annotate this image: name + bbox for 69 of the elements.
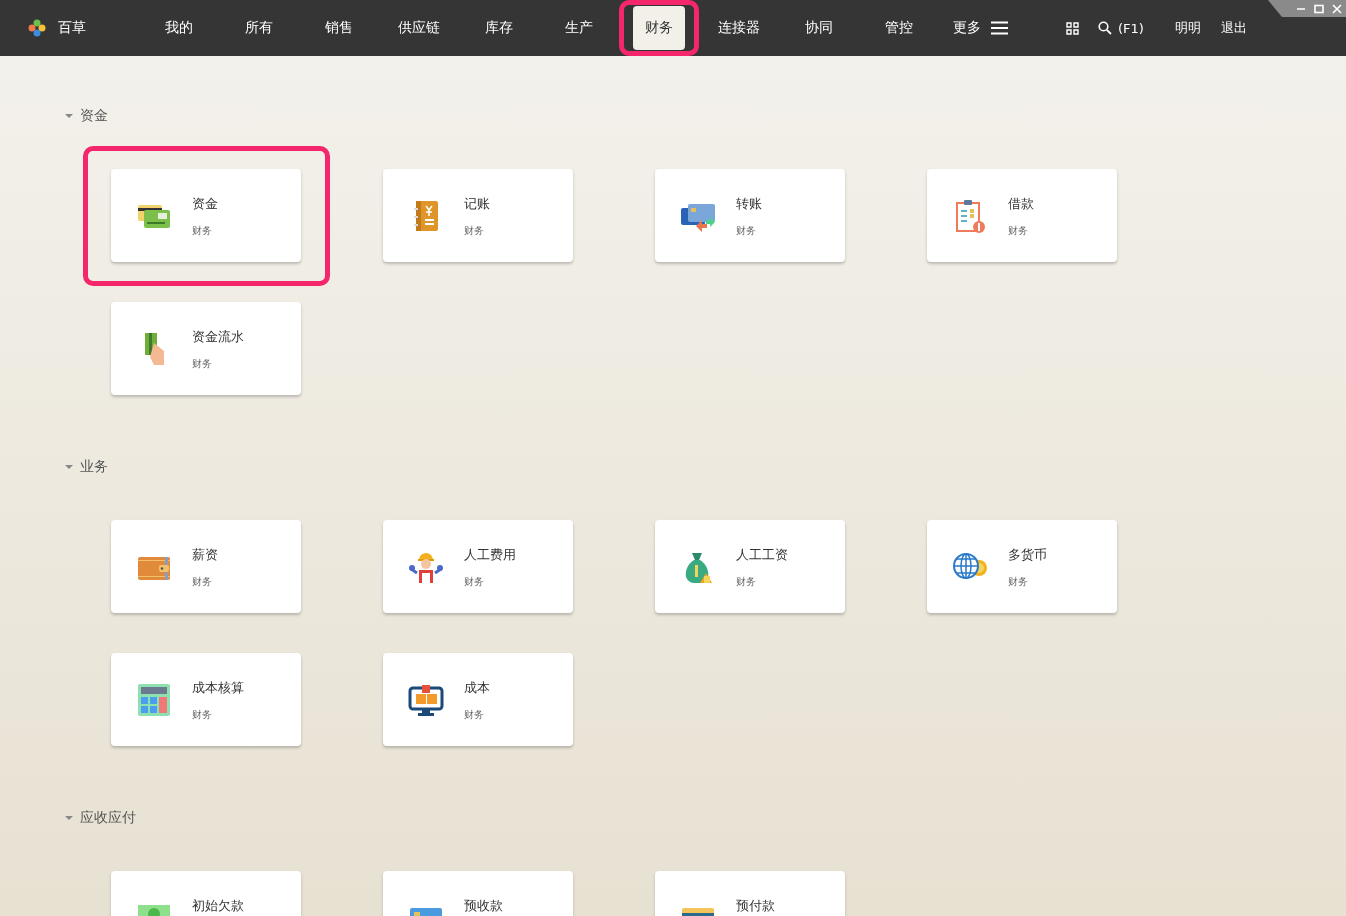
nav-tab[interactable]: 我的 xyxy=(139,0,219,56)
search-icon xyxy=(1098,21,1112,35)
app-card[interactable]: 借款 财务 xyxy=(927,169,1117,262)
card-title: 成本 xyxy=(464,679,490,697)
card-title: 资金 xyxy=(192,195,218,213)
app-card[interactable]: 成本核算 财务 xyxy=(111,653,301,746)
section-header[interactable]: 应收应付 xyxy=(64,804,136,832)
card-subtitle: 财务 xyxy=(192,357,213,371)
nav-tab[interactable]: 协同 xyxy=(779,0,859,56)
maximize-icon[interactable] xyxy=(1314,3,1324,14)
card-subtitle: 财务 xyxy=(192,708,213,722)
nav-tab[interactable]: 管控 xyxy=(859,0,939,56)
card-subtitle: 财务 xyxy=(464,708,485,722)
card-title: 记账 xyxy=(464,195,490,213)
app-card[interactable]: 预收款 xyxy=(383,871,573,916)
caret-icon xyxy=(64,111,74,121)
card-subtitle: 财务 xyxy=(192,224,213,238)
section-header[interactable]: 业务 xyxy=(64,453,108,481)
card-title: 预收款 xyxy=(464,897,503,915)
app-card[interactable]: 人工工资 财务 xyxy=(655,520,845,613)
search-button[interactable]: (F1) xyxy=(1098,20,1144,36)
card-title: 借款 xyxy=(1008,195,1034,213)
card-title: 多货币 xyxy=(1008,546,1047,564)
app-name: 百草 xyxy=(58,19,86,37)
close-icon[interactable] xyxy=(1332,3,1342,14)
app-card[interactable]: 资金流水 财务 xyxy=(111,302,301,395)
app-card[interactable]: 人工费用 财务 xyxy=(383,520,573,613)
card-subtitle: 财务 xyxy=(736,575,757,589)
card-title: 资金流水 xyxy=(192,328,244,346)
card-subtitle: 财务 xyxy=(736,224,757,238)
nav-tab[interactable]: 供应链 xyxy=(379,0,459,56)
grid-icon xyxy=(1066,21,1079,35)
grid-button[interactable] xyxy=(1066,21,1079,35)
app-card[interactable]: 记账 财务 xyxy=(383,169,573,262)
card-title: 薪资 xyxy=(192,546,218,564)
logout-link[interactable]: 退出 xyxy=(1220,19,1247,37)
card-title: 预付款 xyxy=(736,897,775,915)
card-subtitle: 财务 xyxy=(464,575,485,589)
card-title: 人工费用 xyxy=(464,546,516,564)
caret-icon xyxy=(64,462,74,472)
card-title: 人工工资 xyxy=(736,546,788,564)
card-title: 成本核算 xyxy=(192,679,244,697)
app-card[interactable]: 成本 财务 xyxy=(383,653,573,746)
nav-tab[interactable]: 连接器 xyxy=(699,0,779,56)
app-card[interactable]: 资金 财务 xyxy=(111,169,301,262)
app-card[interactable]: 转账 财务 xyxy=(655,169,845,262)
card-subtitle: 财务 xyxy=(192,575,213,589)
card-subtitle: 财务 xyxy=(1008,224,1029,238)
card-title: 转账 xyxy=(736,195,762,213)
hand-card-icon xyxy=(143,332,165,366)
caret-icon xyxy=(64,813,74,823)
card-title: 初始欠款 xyxy=(192,897,244,915)
nav-tab[interactable]: 销售 xyxy=(299,0,379,56)
app-card[interactable]: 薪资 财务 xyxy=(111,520,301,613)
nav-tab[interactable]: 生产 xyxy=(539,0,619,56)
app-card[interactable]: 预付款 xyxy=(655,871,845,916)
monitor-boxes-icon xyxy=(408,682,444,718)
card-subtitle: 财务 xyxy=(464,224,485,238)
more-menu[interactable]: 更多 xyxy=(953,19,1008,37)
app-card[interactable]: 初始欠款 xyxy=(111,871,301,916)
pinwheel-logo-icon xyxy=(28,19,46,37)
menu-icon xyxy=(991,21,1008,35)
user-name[interactable]: 明明 xyxy=(1174,19,1201,37)
calculator-icon xyxy=(136,682,172,718)
app-card[interactable]: 多货币 财务 xyxy=(927,520,1117,613)
section-header[interactable]: 资金 xyxy=(64,102,108,130)
nav-tab[interactable]: 库存 xyxy=(459,0,539,56)
card-subtitle: 财务 xyxy=(1008,575,1029,589)
nav-tab[interactable]: 所有 xyxy=(219,0,299,56)
